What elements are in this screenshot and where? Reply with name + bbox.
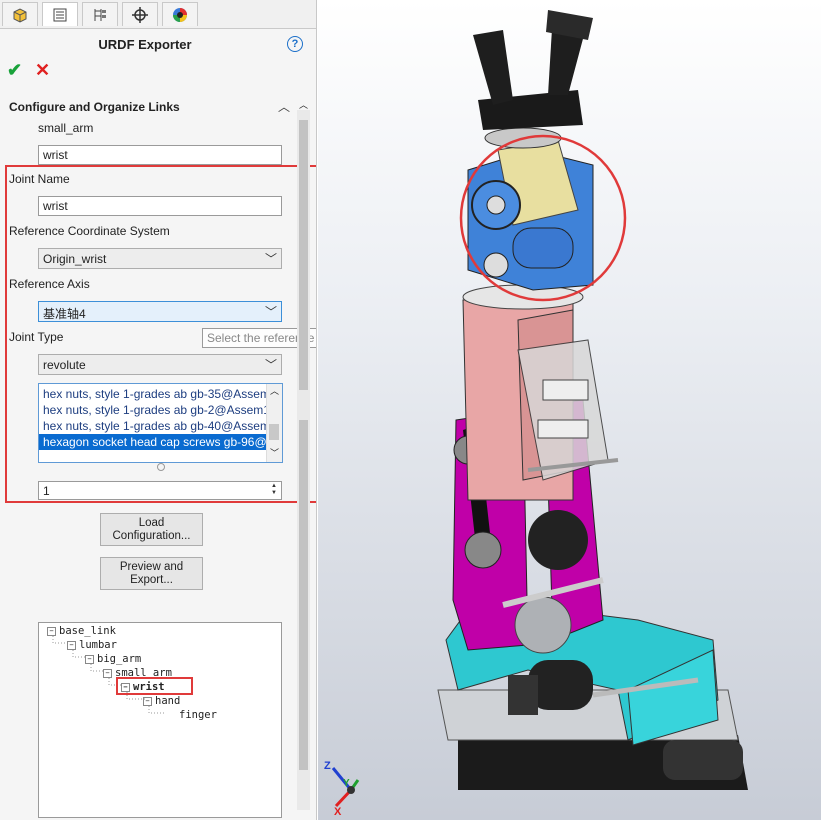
property-manager-tab[interactable] — [42, 2, 78, 26]
scroll-thumb[interactable] — [299, 120, 308, 390]
scroll-thumb-lower[interactable] — [299, 420, 308, 770]
help-icon[interactable]: ? — [287, 36, 303, 52]
panel-scrollbar[interactable]: ︿ — [297, 100, 310, 810]
link-name-field[interactable]: wrist — [38, 145, 282, 165]
load-configuration-button[interactable]: Load Configuration... — [100, 513, 203, 546]
link-tree: − base_link − lumbar − big_arm − small_arm −… — [38, 622, 282, 818]
display-manager-tab[interactable] — [162, 2, 198, 26]
panel-title: URDF Exporter — [98, 37, 192, 52]
ok-check-icon[interactable]: ✔ — [7, 60, 22, 81]
property-manager-panel: URDF Exporter ? ✔ ✕ Configure and Organi… — [0, 0, 317, 820]
manager-tabs — [0, 0, 316, 29]
collapse-icon[interactable]: − — [143, 697, 152, 706]
robot-arm-model — [331, 10, 748, 808]
tree-node-lumbar[interactable]: − lumbar — [67, 639, 117, 651]
feature-manager-tab[interactable] — [2, 2, 38, 26]
axis-y-label: Y — [343, 778, 350, 789]
property-manager-icon — [53, 8, 67, 21]
preview-export-button[interactable]: Preview and Export... — [100, 557, 203, 590]
tree-node-big-arm[interactable]: − big_arm — [85, 653, 141, 665]
dimxpert-manager-tab[interactable] — [122, 2, 158, 26]
cancel-x-icon[interactable]: ✕ — [35, 60, 50, 81]
axis-x-label: X — [334, 806, 342, 818]
model-viewport[interactable]: Z Y X — [318, 0, 821, 820]
button-label: Preview and — [119, 561, 184, 573]
configuration-manager-icon — [94, 8, 106, 21]
button-label: Load — [138, 517, 165, 529]
feature-manager-icon — [13, 7, 27, 23]
tree-node-base-link[interactable]: − base_link — [47, 625, 116, 637]
button-label: Export... — [130, 574, 173, 586]
axis-z-label: Z — [324, 760, 331, 772]
crosshair-icon — [132, 6, 148, 23]
scroll-up-icon[interactable]: ︿ — [299, 98, 308, 111]
wrist-highlight-box — [116, 677, 193, 695]
button-label: Configuration... — [112, 530, 191, 542]
collapse-icon[interactable]: − — [103, 669, 112, 678]
tree-node-finger[interactable]: finger — [179, 709, 217, 721]
section-title: Configure and Organize Links — [9, 100, 180, 114]
link-parent-label: small_arm — [38, 121, 94, 135]
color-wheel-icon — [173, 7, 187, 22]
collapse-icon[interactable]: − — [85, 655, 94, 664]
chevron-up-icon[interactable]: ︿ — [278, 98, 290, 115]
collapse-icon[interactable]: − — [47, 627, 56, 636]
tree-node-hand[interactable]: − hand — [143, 695, 180, 707]
collapse-icon[interactable]: − — [67, 641, 76, 650]
configuration-manager-tab[interactable] — [82, 2, 118, 26]
